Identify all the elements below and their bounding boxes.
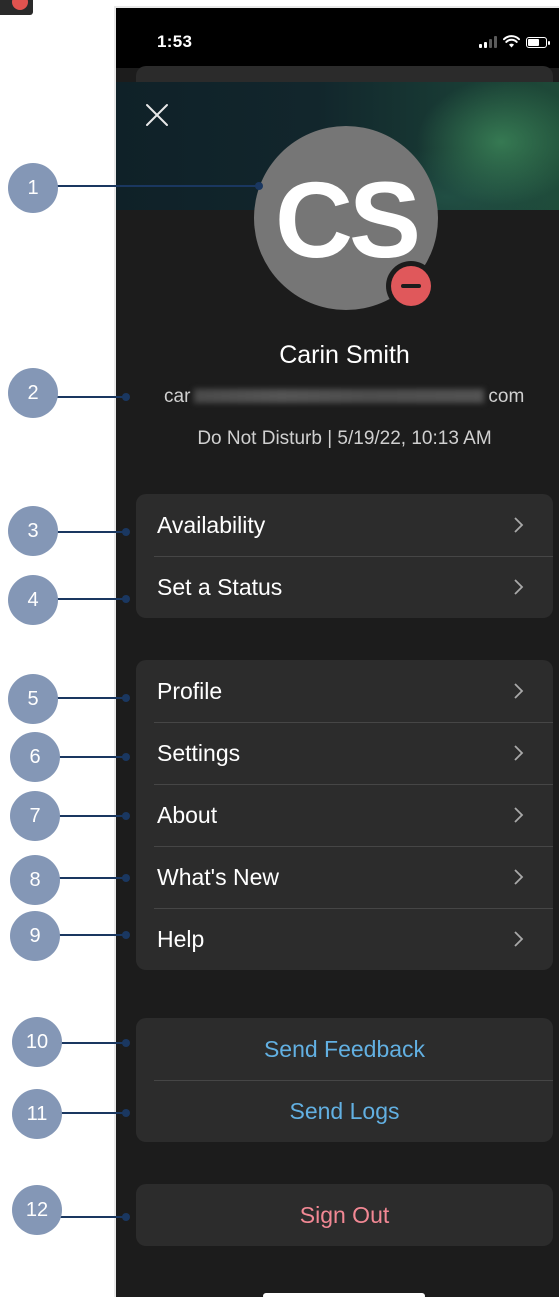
callout-leader-dot (255, 182, 263, 190)
callout-leader-line (57, 756, 128, 758)
chevron-right-icon (514, 869, 524, 885)
close-button[interactable] (142, 100, 172, 130)
callout-leader-dot (122, 528, 130, 536)
close-icon (146, 104, 168, 126)
callout-leader-line (57, 815, 128, 817)
menu-item-availability[interactable]: Availability (136, 494, 553, 556)
presence-badge (386, 261, 436, 311)
callout-leader-line (57, 697, 128, 699)
menu-item-settings[interactable]: Settings (136, 722, 553, 784)
callout-badge: 12 (12, 1185, 62, 1235)
wifi-icon (503, 35, 520, 48)
callout-leader-line (57, 934, 128, 936)
status-time: 1:53 (157, 32, 193, 51)
callout-leader-line (57, 396, 128, 398)
callout-leader-dot (122, 1039, 130, 1047)
callout-leader-dot (122, 1213, 130, 1221)
callout-badge: 10 (12, 1017, 62, 1067)
email-redaction (194, 389, 485, 403)
menu-item-help[interactable]: Help (136, 908, 553, 970)
callout-badge: 9 (10, 911, 60, 961)
callout-badge: 11 (12, 1089, 62, 1139)
do-not-disturb-icon (391, 266, 431, 306)
callout-badge: 2 (8, 368, 58, 418)
user-email: car com (164, 386, 525, 407)
cellular-signal-icon (479, 36, 497, 48)
app-menu-group: Profile Settings About What's New Help (136, 660, 553, 970)
callout-badge: 3 (8, 506, 58, 556)
callout-leader-dot (122, 874, 130, 882)
support-menu-group: Send Feedback Send Logs (136, 1018, 553, 1142)
user-name: Carin Smith (279, 341, 410, 369)
callout-leader-line (57, 531, 128, 533)
callout-leader-line (57, 1042, 128, 1044)
menu-item-set-a-status[interactable]: Set a Status (136, 556, 553, 618)
callout-leader-dot (122, 931, 130, 939)
chevron-right-icon (514, 931, 524, 947)
annotated-screenshot: 1:53 CS Carin Smith car com Do Not Distu… (0, 0, 559, 1297)
phone-screen: 1:53 CS Carin Smith car com Do Not Distu… (114, 6, 559, 1297)
send-feedback-button[interactable]: Send Feedback (136, 1018, 553, 1080)
send-logs-button[interactable]: Send Logs (136, 1080, 553, 1142)
callout-badge: 5 (8, 674, 58, 724)
callout-badge: 7 (10, 791, 60, 841)
callout-badge: 6 (10, 732, 60, 782)
callout-leader-dot (122, 1109, 130, 1117)
status-bar: 1:53 (116, 8, 559, 68)
callout-badge: 4 (8, 575, 58, 625)
callout-leader-dot (122, 812, 130, 820)
sign-out-button[interactable]: Sign Out (136, 1184, 553, 1246)
menu-item-whats-new[interactable]: What's New (136, 846, 553, 908)
home-indicator (263, 1293, 425, 1297)
chevron-right-icon (514, 517, 524, 533)
avatar-initials: CS (274, 159, 421, 280)
callout-leader-dot (122, 694, 130, 702)
callout-leader-dot (122, 753, 130, 761)
callout-leader-dot (122, 393, 130, 401)
callout-leader-line (57, 185, 259, 187)
callout-badge: 1 (8, 163, 58, 213)
sign-out-group: Sign Out (136, 1184, 553, 1246)
menu-item-about[interactable]: About (136, 784, 553, 846)
chevron-right-icon (514, 579, 524, 595)
corner-fragment (0, 0, 33, 15)
user-status-line: Do Not Disturb | 5/19/22, 10:13 AM (197, 428, 492, 449)
callout-badge: 8 (10, 855, 60, 905)
battery-icon (526, 37, 550, 48)
callout-leader-line (57, 598, 128, 600)
chevron-right-icon (514, 683, 524, 699)
callout-leader-line (57, 1216, 128, 1218)
callout-leader-line (57, 1112, 128, 1114)
status-icons (479, 34, 550, 48)
chevron-right-icon (514, 807, 524, 823)
chevron-right-icon (514, 745, 524, 761)
status-menu-group: Availability Set a Status (136, 494, 553, 618)
callout-leader-line (57, 877, 128, 879)
menu-item-profile[interactable]: Profile (136, 660, 553, 722)
callout-leader-dot (122, 595, 130, 603)
